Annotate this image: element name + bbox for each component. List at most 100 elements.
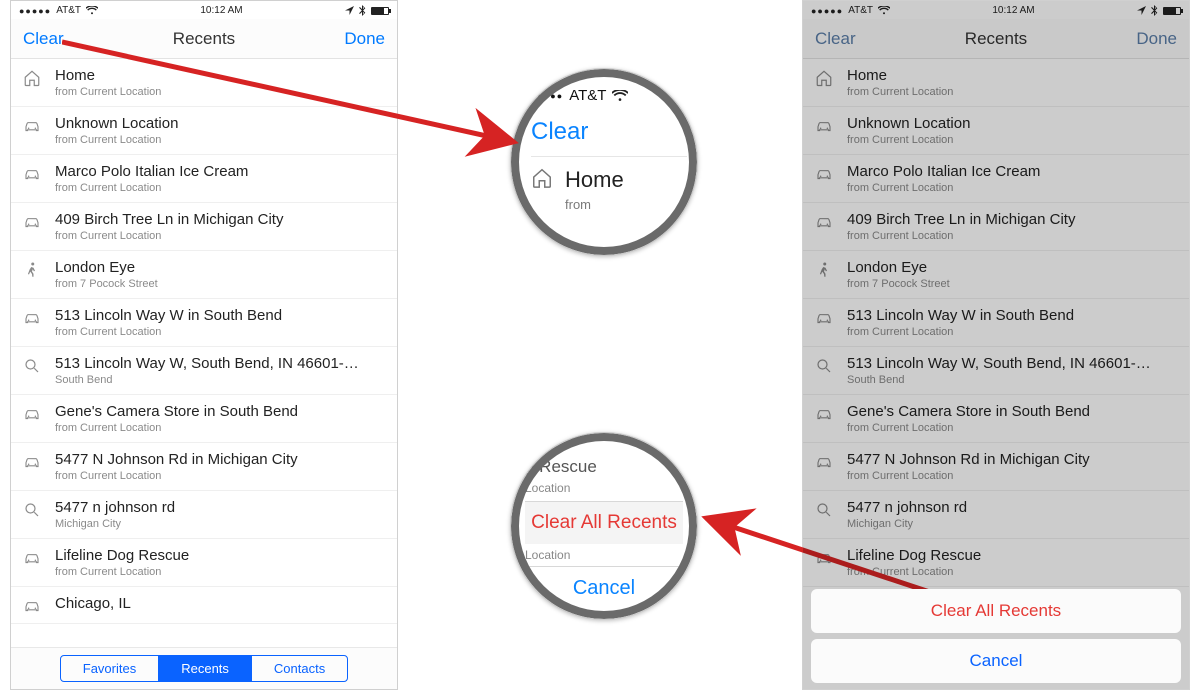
row-sub: South Bend (847, 374, 1179, 386)
row-sub: from Current Location (55, 326, 387, 338)
list-item[interactable]: 409 Birch Tree Ln in Michigan Cityfrom C… (11, 203, 397, 251)
car-icon (813, 547, 835, 567)
clear-button[interactable]: Clear (23, 29, 64, 49)
done-button[interactable]: Done (1136, 29, 1177, 49)
list-item: 409 Birch Tree Ln in Michigan City from C… (803, 203, 1189, 251)
row-sub: from Current Location (847, 134, 1179, 146)
row-sub: from Current Location (55, 566, 387, 578)
row-title: Home (565, 167, 624, 193)
list-item[interactable]: 513 Lincoln Way W in South Bendfrom Curr… (11, 299, 397, 347)
walk-icon (813, 259, 835, 279)
car-icon (21, 403, 43, 423)
row-sub: from Current Location (847, 422, 1179, 434)
list-item[interactable]: Chicago, IL (11, 587, 397, 624)
bluetooth-icon (1151, 5, 1158, 16)
list-item[interactable]: Gene's Camera Store in South Bendfrom Cu… (11, 395, 397, 443)
battery-icon (371, 7, 389, 15)
row-sub: from Current Location (847, 566, 1179, 578)
car-icon (21, 595, 43, 615)
row-title: Home (55, 67, 387, 84)
list-item[interactable]: 5477 n johnson rd Michigan City (11, 491, 397, 539)
row-title: Marco Polo Italian Ice Cream (55, 163, 387, 180)
row-title: Home (847, 67, 1179, 84)
home-icon (813, 67, 835, 87)
list-item[interactable]: London Eyefrom 7 Pocock Street (11, 251, 397, 299)
search-icon (813, 355, 835, 375)
walk-icon (21, 259, 43, 279)
seg-recents[interactable]: Recents (158, 656, 251, 681)
car-icon (21, 115, 43, 135)
row-title: Lifeline Dog Rescue (55, 547, 387, 564)
row-title: Unknown Location (847, 115, 1179, 132)
bluetooth-icon (359, 5, 366, 16)
row-sub: from Current Location (55, 182, 387, 194)
row-title: 409 Birch Tree Ln in Michigan City (847, 211, 1179, 228)
row-title: Chicago, IL (55, 595, 387, 612)
row-title: 5477 N Johnson Rd in Michigan City (847, 451, 1179, 468)
row-title: Gene's Camera Store in South Bend (55, 403, 387, 420)
location-services-icon (1137, 6, 1146, 15)
row-sub: from Current Location (55, 86, 387, 98)
nav-bar: Clear Recents Done (803, 19, 1189, 59)
row-title: Gene's Camera Store in South Bend (847, 403, 1179, 420)
row-sub: from Current Location (847, 182, 1179, 194)
home-icon (531, 167, 553, 189)
row-sub: from Current Location (847, 86, 1179, 98)
car-icon (21, 163, 43, 183)
list-item[interactable]: 5477 N Johnson Rd in Michigan Cityfrom C… (11, 443, 397, 491)
list-item: London Eyefrom 7 Pocock Street (803, 251, 1189, 299)
done-button[interactable]: Done (344, 29, 385, 49)
list-item: 5477 n johnson rdMichigan City (803, 491, 1189, 539)
sheet-clear-all-button[interactable]: Clear All Recents (811, 589, 1181, 633)
search-icon (21, 355, 43, 375)
segmented-control[interactable]: Favorites Recents Contacts (60, 655, 348, 682)
row-title: 513 Lincoln Way W, South Bend, IN 46601-… (55, 355, 387, 372)
list-item[interactable]: Marco Polo Italian Ice Cream from Current… (11, 155, 397, 203)
car-icon (813, 163, 835, 183)
clear-button-zoom: Clear (531, 112, 687, 157)
row-title: Lifeline Dog Rescue (847, 547, 1179, 564)
row-sub: from Current Location (847, 470, 1179, 482)
tutorial-composite: ●●●●● AT&T 10:12 AM Clear Recents Done (0, 0, 1200, 693)
sheet-cancel-button[interactable]: Cancel (811, 639, 1181, 683)
signal-dots-icon: ●●●●● (811, 6, 843, 16)
car-icon (813, 403, 835, 423)
wifi-icon (878, 6, 890, 15)
phone-right: ●●●●● AT&T 10:12 AM Clear Recents Done (802, 0, 1190, 690)
home-icon (21, 67, 43, 87)
row-title: Unknown Location (55, 115, 387, 132)
list-item[interactable]: 513 Lincoln Way W, South Bend, IN 46601-… (11, 347, 397, 395)
car-icon (813, 307, 835, 327)
list-item[interactable]: Unknown Location from Current Location (11, 107, 397, 155)
row-sub: South Bend (55, 374, 387, 386)
wifi-icon (612, 90, 628, 102)
row-title: 5477 n johnson rd (55, 499, 387, 516)
car-icon (21, 547, 43, 567)
recents-list-left[interactable]: Homefrom Current LocationUnknown Locatio… (11, 59, 397, 647)
seg-favorites[interactable]: Favorites (61, 656, 158, 681)
seg-contacts[interactable]: Contacts (251, 656, 347, 681)
magnifier-clear-button: ●●●●● AT&T Clear Home from (510, 68, 698, 256)
row-title: 513 Lincoln Way W in South Bend (847, 307, 1179, 324)
row-sub: from Current Location (847, 230, 1179, 242)
nav-title: Recents (965, 29, 1027, 49)
clock-label: 10:12 AM (992, 5, 1034, 16)
row-sub: from Current Location (55, 134, 387, 146)
wifi-icon (86, 6, 98, 15)
row-sub: from 7 Pocock Street (847, 278, 1179, 290)
carrier-label: AT&T (56, 5, 81, 16)
list-item: Home from Current Location (803, 59, 1189, 107)
row-title: 5477 N Johnson Rd in Michigan City (55, 451, 387, 468)
list-item[interactable]: Home from Current Location (11, 59, 397, 107)
car-icon (21, 451, 43, 471)
row-sub: Michigan City (847, 518, 1179, 530)
clear-button[interactable]: Clear (815, 29, 856, 49)
row-title: London Eye (55, 259, 387, 276)
list-item[interactable]: Lifeline Dog Rescue from Current Location (11, 539, 397, 587)
sheet-clear-all-zoom: Clear All Recents (525, 501, 683, 544)
row-sub: from (565, 197, 624, 212)
row-title-frag: g Rescue (525, 457, 683, 481)
carrier-label: AT&T (569, 87, 606, 104)
row-sub: Michigan City (55, 518, 387, 530)
list-item: Lifeline Dog Rescue from Current Location (803, 539, 1189, 587)
